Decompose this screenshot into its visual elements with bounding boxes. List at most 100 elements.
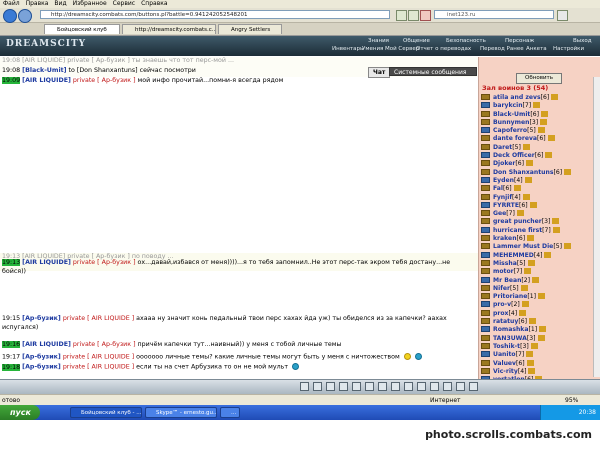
start-button[interactable]: пуск [0, 405, 40, 420]
user-list-item[interactable]: dante foreva[6] [481, 135, 600, 143]
menu-view[interactable]: Вид [51, 0, 69, 8]
tab-combats-club[interactable]: Бойцовский клуб [44, 24, 120, 34]
user-list-item[interactable]: Bunnymen[3] [481, 118, 600, 127]
user-list-item[interactable]: Vic-rity[4] [481, 367, 600, 376]
info-icon[interactable] [532, 276, 540, 283]
user-list-item[interactable]: barykcin[7] [481, 102, 600, 110]
user-name[interactable]: Eyden [493, 177, 514, 184]
user-name[interactable]: hurricane first [493, 227, 542, 234]
user-name[interactable]: Nifer [493, 285, 510, 292]
toolbar-icon[interactable] [417, 382, 426, 391]
private-target[interactable]: private [ Ар-бузик ] [73, 259, 136, 266]
menu-tools[interactable]: Сервис [110, 0, 138, 8]
taskbar-item-browser[interactable]: Бойцовский клуб - ... [70, 407, 142, 418]
user-list-item[interactable]: motor[7] [481, 268, 600, 276]
info-icon[interactable] [524, 268, 532, 275]
user-list-item[interactable]: Romashka[1] [481, 326, 600, 334]
menu-file[interactable]: Файл [0, 0, 23, 8]
user-list-item[interactable]: Toshik-t[3] [481, 342, 600, 351]
user-name[interactable]: Toshik-t [493, 343, 520, 350]
user-list-item[interactable]: Uanito[7] [481, 351, 600, 359]
info-icon[interactable] [537, 334, 545, 341]
user-name[interactable]: Romashka [493, 326, 528, 333]
user-list-item[interactable]: Missha[5] [481, 259, 600, 268]
nav-character[interactable]: Персонаж [505, 38, 534, 44]
info-icon[interactable] [529, 201, 537, 208]
user-list-item[interactable]: Mr Bean[2] [481, 276, 600, 285]
toolbar-icon[interactable] [378, 382, 387, 391]
info-icon[interactable] [516, 210, 524, 217]
info-icon[interactable] [521, 301, 529, 308]
user-list-item[interactable]: Black-Umit[6] [481, 110, 600, 119]
refresh-icon[interactable] [408, 10, 419, 21]
user-name[interactable]: Vic-rity [493, 368, 518, 375]
user-name[interactable]: Fal [493, 185, 503, 192]
user-name[interactable]: prox [493, 310, 508, 317]
info-icon[interactable] [522, 143, 530, 150]
user-name[interactable]: pro-v [493, 301, 511, 308]
chat-nick[interactable]: AIR LIQUIDE [25, 341, 68, 348]
forward-arrow-icon[interactable] [18, 9, 32, 23]
nav-settings[interactable]: Настройки [553, 46, 584, 52]
tab-system-messages[interactable]: Системные сообщения [389, 67, 477, 76]
private-target[interactable]: private [ AIR LIQUIDE ] [63, 354, 134, 361]
user-name[interactable]: Djoker [493, 160, 515, 167]
info-icon[interactable] [522, 193, 530, 200]
stop-icon[interactable] [420, 10, 431, 21]
chat-nick[interactable]: Ар-бузик [25, 315, 58, 322]
refresh-button[interactable]: Обновить [516, 73, 562, 84]
tab-angry-settlers[interactable]: Angry Settlers [218, 24, 282, 34]
info-icon[interactable] [527, 259, 535, 266]
user-name[interactable]: atila and zevs [493, 94, 541, 101]
info-icon[interactable] [533, 102, 541, 109]
user-list-item[interactable]: Nifer[5] [481, 284, 600, 293]
nav-exit[interactable]: Выход [573, 38, 592, 44]
info-icon[interactable] [537, 293, 545, 300]
info-icon[interactable] [519, 309, 527, 316]
info-icon[interactable] [564, 168, 572, 175]
toolbar-icon[interactable] [456, 382, 465, 391]
nav-inventory[interactable]: Инвентарь [332, 46, 363, 52]
info-icon[interactable] [513, 185, 521, 192]
nav-profile[interactable]: Анкета [526, 46, 547, 52]
taskbar-item-more[interactable]: ... [220, 407, 240, 418]
user-name[interactable]: TAN3UWA [493, 335, 527, 342]
user-name[interactable]: Lammer Must Die [493, 243, 553, 250]
toolbar-icon[interactable] [404, 382, 413, 391]
chat-nick[interactable]: Black-Umit [25, 67, 64, 74]
info-icon[interactable] [539, 326, 547, 333]
private-target[interactable]: private [ Ар-бузик ] [73, 341, 136, 348]
toolbar-icon[interactable] [339, 382, 348, 391]
toolbar-icon[interactable] [430, 382, 439, 391]
nav-communication[interactable]: Общение [403, 38, 430, 44]
search-icon[interactable] [557, 10, 568, 21]
user-name[interactable]: great puncher [493, 218, 542, 225]
user-list-item[interactable]: Valuev[6] [481, 359, 600, 368]
menu-edit[interactable]: Правка [23, 0, 52, 8]
info-icon[interactable] [530, 342, 538, 349]
userlist-scrollbar[interactable] [593, 77, 600, 377]
user-list-item[interactable]: ratatuy[6] [481, 318, 600, 326]
toolbar-icon[interactable] [326, 382, 335, 391]
user-list-item[interactable]: Capoferro[5] [481, 127, 600, 135]
nav-my-server[interactable]: Мой Сервер [385, 46, 419, 52]
nav-transfer-earlier[interactable]: Перевод Ранее [480, 46, 524, 52]
user-list-item[interactable]: Don Shanxantuns[6] [481, 168, 600, 177]
chat-nick[interactable]: Ар-бузик [25, 364, 58, 371]
info-icon[interactable] [552, 218, 560, 225]
info-icon[interactable] [544, 251, 552, 258]
private-target[interactable]: private [ Ар-бузик ] [73, 77, 136, 84]
toolbar-icon[interactable] [313, 382, 322, 391]
user-list-item[interactable]: MEHEMMED[4] [481, 251, 600, 260]
user-list-item[interactable]: Daret[5] [481, 143, 600, 152]
toolbar-icon[interactable] [469, 382, 478, 391]
info-icon[interactable] [563, 243, 571, 250]
info-icon[interactable] [526, 160, 534, 167]
taskbar-item-skype[interactable]: Skype™ - ernesto.gu... [145, 407, 217, 418]
user-list-item[interactable]: TAN3UWA[3] [481, 334, 600, 343]
info-icon[interactable] [545, 152, 553, 159]
user-name[interactable]: MEHEMMED [493, 252, 534, 259]
private-target[interactable]: private [ AIR LIQUIDE ] [63, 364, 134, 371]
chat-nick[interactable]: AIR LIQUIDE [25, 259, 68, 266]
user-name[interactable]: Deck Officer [493, 152, 535, 159]
